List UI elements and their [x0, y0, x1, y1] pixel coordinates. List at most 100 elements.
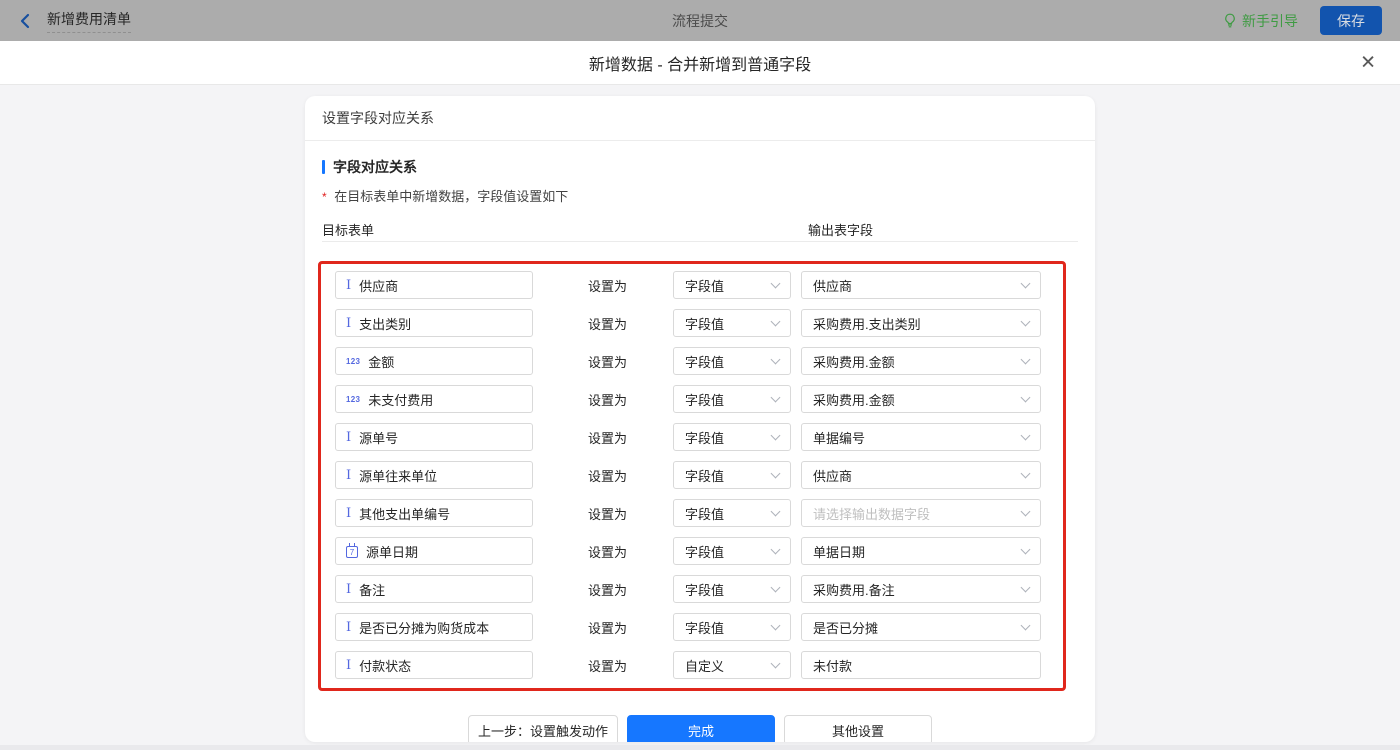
set-as-label: 设置为 — [588, 390, 630, 409]
section-title-text: 字段对应关系 — [333, 157, 417, 177]
chevron-down-icon — [771, 582, 781, 592]
output-field-select[interactable]: 请选择输出数据字段 — [801, 499, 1041, 527]
output-field-text: 采购费用.金额 — [813, 390, 895, 409]
value-mode-select[interactable]: 字段值 — [673, 537, 791, 565]
other-settings-button[interactable]: 其他设置 — [784, 715, 932, 742]
output-field-select[interactable]: 采购费用.备注 — [801, 575, 1041, 603]
value-mode-text: 字段值 — [685, 390, 724, 409]
chevron-down-icon — [1021, 354, 1031, 364]
mapping-row: 7 源单日期 设置为 字段值 单据日期 — [335, 537, 1049, 565]
text-field-icon: I — [346, 469, 351, 482]
output-field-text: 未付款 — [813, 656, 852, 675]
output-field-select[interactable]: 供应商 — [801, 461, 1041, 489]
target-field-box: I 其他支出单编号 — [335, 499, 533, 527]
custom-value-input[interactable]: 未付款 — [801, 651, 1041, 679]
previous-step-button[interactable]: 上一步：设置触发动作 — [468, 715, 618, 742]
target-field-box: I 源单号 — [335, 423, 533, 451]
beginner-guide-button[interactable]: 新手引导 — [1223, 11, 1298, 31]
chevron-down-icon — [771, 468, 781, 478]
value-mode-select[interactable]: 字段值 — [673, 461, 791, 489]
value-mode-select[interactable]: 字段值 — [673, 613, 791, 641]
column-header-output-fields: 输出表字段 — [808, 220, 873, 239]
value-mode-text: 字段值 — [685, 542, 724, 561]
chevron-down-icon — [771, 544, 781, 554]
chevron-down-icon — [771, 430, 781, 440]
value-mode-select[interactable]: 字段值 — [673, 347, 791, 375]
card-header: 设置字段对应关系 — [305, 96, 1095, 141]
target-field-label: 是否已分摊为购货成本 — [359, 618, 489, 637]
section-title: 字段对应关系 — [322, 157, 1078, 177]
value-mode-text: 字段值 — [685, 276, 724, 295]
back-chevron-icon — [18, 13, 33, 29]
target-field-box: 123 金额 — [335, 347, 533, 375]
workflow-title[interactable]: 新增费用清单 — [47, 9, 131, 33]
dimmed-bottom-strip — [0, 745, 1400, 750]
set-as-label: 设置为 — [588, 314, 630, 333]
set-as-label: 设置为 — [588, 276, 630, 295]
value-mode-select[interactable]: 字段值 — [673, 575, 791, 603]
chevron-down-icon — [1021, 620, 1031, 630]
guide-label: 新手引导 — [1242, 11, 1298, 31]
mapping-row: I 支出类别 设置为 字段值 采购费用.支出类别 — [335, 309, 1049, 337]
number-field-icon: 123 — [346, 357, 360, 366]
value-mode-select[interactable]: 字段值 — [673, 309, 791, 337]
value-mode-text: 字段值 — [685, 504, 724, 523]
output-field-text: 是否已分摊 — [813, 618, 878, 637]
column-header-target-form: 目标表单 — [322, 220, 374, 239]
set-as-label: 设置为 — [588, 542, 630, 561]
output-field-select[interactable]: 采购费用.金额 — [801, 385, 1041, 413]
chevron-down-icon — [1021, 430, 1031, 440]
modal-header: 新增数据 - 合并新增到普通字段 ✕ — [0, 41, 1400, 85]
target-field-label: 金额 — [368, 352, 394, 371]
add-data-modal: 新增数据 - 合并新增到普通字段 ✕ 设置字段对应关系 字段对应关系 * 在目标… — [0, 41, 1400, 750]
finish-button[interactable]: 完成 — [627, 715, 775, 742]
text-field-icon: I — [346, 621, 351, 634]
value-mode-text: 自定义 — [685, 656, 724, 675]
value-mode-select[interactable]: 字段值 — [673, 271, 791, 299]
set-as-label: 设置为 — [588, 428, 630, 447]
back-button[interactable] — [18, 13, 33, 29]
mapping-row: I 源单往来单位 设置为 字段值 供应商 — [335, 461, 1049, 489]
output-field-select[interactable]: 采购费用.支出类别 — [801, 309, 1041, 337]
chevron-down-icon — [771, 620, 781, 630]
output-field-select[interactable]: 供应商 — [801, 271, 1041, 299]
output-field-select[interactable]: 单据编号 — [801, 423, 1041, 451]
target-field-box: I 是否已分摊为购货成本 — [335, 613, 533, 641]
chevron-down-icon — [1021, 316, 1031, 326]
chevron-down-icon — [1021, 392, 1031, 402]
output-field-select[interactable]: 是否已分摊 — [801, 613, 1041, 641]
value-mode-select[interactable]: 字段值 — [673, 423, 791, 451]
value-mode-select[interactable]: 字段值 — [673, 385, 791, 413]
date-field-icon: 7 — [346, 546, 358, 558]
chevron-down-icon — [771, 392, 781, 402]
chevron-down-icon — [771, 658, 781, 668]
set-as-label: 设置为 — [588, 466, 630, 485]
save-button[interactable]: 保存 — [1320, 6, 1382, 35]
text-field-icon: I — [346, 583, 351, 596]
target-field-label: 源单日期 — [366, 542, 418, 561]
target-field-box: I 付款状态 — [335, 651, 533, 679]
target-field-label: 付款状态 — [359, 656, 411, 675]
chevron-down-icon — [1021, 582, 1031, 592]
text-field-icon: I — [346, 507, 351, 520]
section-accent-bar — [322, 160, 325, 174]
output-field-text: 采购费用.支出类别 — [813, 314, 921, 333]
output-field-select[interactable]: 采购费用.金额 — [801, 347, 1041, 375]
process-submit-label: 流程提交 — [0, 11, 1400, 31]
set-as-label: 设置为 — [588, 656, 630, 675]
output-field-select[interactable]: 单据日期 — [801, 537, 1041, 565]
mapping-row: 123 未支付费用 设置为 字段值 采购费用.金额 — [335, 385, 1049, 413]
value-mode-text: 字段值 — [685, 466, 724, 485]
mapping-row: I 其他支出单编号 设置为 字段值 请选择输出数据字段 — [335, 499, 1049, 527]
close-icon[interactable]: ✕ — [1360, 53, 1376, 72]
target-field-box: I 源单往来单位 — [335, 461, 533, 489]
text-field-icon: I — [346, 431, 351, 444]
chevron-down-icon — [1021, 278, 1031, 288]
value-mode-select[interactable]: 自定义 — [673, 651, 791, 679]
required-note: * 在目标表单中新增数据，字段值设置如下 — [322, 186, 1078, 205]
output-field-text: 单据日期 — [813, 542, 865, 561]
field-mapping-card: 设置字段对应关系 字段对应关系 * 在目标表单中新增数据，字段值设置如下 目标表… — [305, 96, 1095, 742]
value-mode-select[interactable]: 字段值 — [673, 499, 791, 527]
target-field-label: 未支付费用 — [368, 390, 433, 409]
mapping-row: 123 金额 设置为 字段值 采购费用.金额 — [335, 347, 1049, 375]
